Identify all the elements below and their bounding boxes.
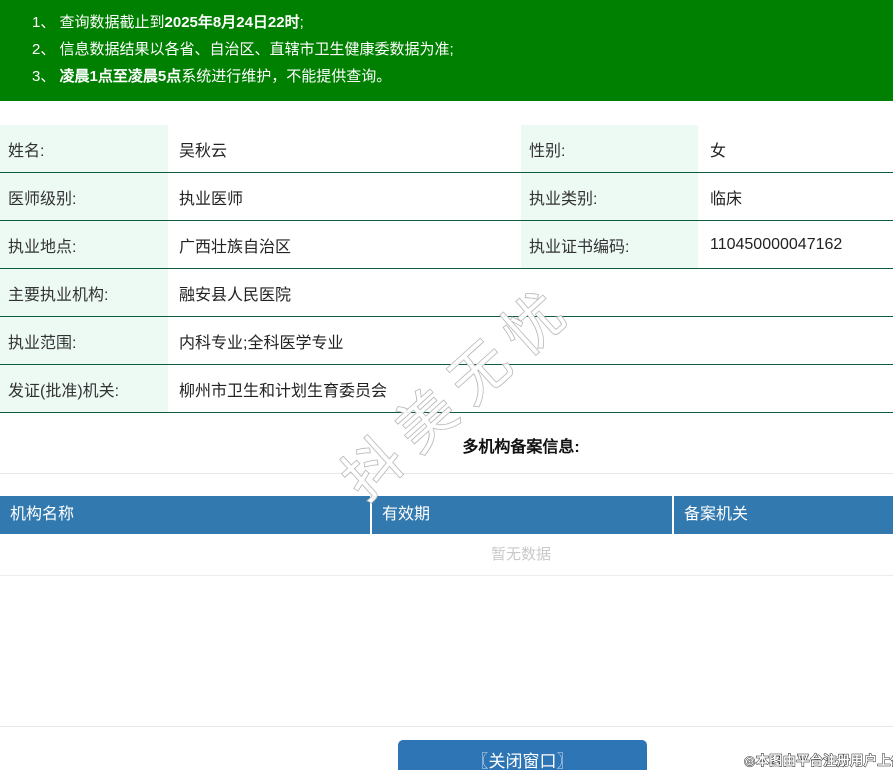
value-issuing-authority: 柳州市卫生和计划生育委员会 [179,382,388,400]
value-gender: 女 [710,142,727,160]
divider-line [0,726,893,727]
filing-table-header: 机构名称 有效期 备案机关 [0,496,893,534]
value-practice-category: 临床 [710,190,743,208]
column-divider [370,496,372,534]
label-gender: 性别: [521,125,698,172]
label-certificate-number: 执业证书编码: [521,221,698,268]
label-practice-scope: 执业范围: [0,317,168,364]
value-practice-scope: 内科专业;全科医学专业 [179,334,344,352]
notice-line-2-text: 2、 信息数据结果以各省、自治区、直辖市卫生健康委数据为准; [32,41,454,58]
upload-credit-text: ◎本图由平台注册用户上传 [743,753,893,769]
table-row: 执业地点: 广西壮族自治区 执业证书编码: 110450000047162 [0,221,893,269]
table-row: 主要执业机构: 融安县人民医院 [0,269,893,317]
notice-line-3: 3、 凌晨1点至凌晨5点系统进行维护，不能提供查询。 [32,63,893,90]
value-main-institution: 融安县人民医院 [179,286,292,304]
table-row: 医师级别: 执业医师 执业类别: 临床 [0,173,893,221]
table-row: 姓名: 吴秋云 性别: 女 [0,125,893,173]
empty-data-message: 暂无数据 [0,534,893,576]
column-header-validity-period: 有效期 [382,506,431,523]
notice-line-1-text: 1、 查询数据截止到 [32,14,165,31]
label-practice-location: 执业地点: [0,221,168,268]
value-doctor-level: 执业医师 [179,190,244,208]
notice-line-2: 2、 信息数据结果以各省、自治区、直辖市卫生健康委数据为准; [32,36,893,63]
notice-line-1: 1、 查询数据截止到2025年8月24日22时; [32,9,893,36]
value-certificate-number: 110450000047162 [710,235,843,253]
notice-line-3-suffix: 系统进行维护，不能提供查询。 [181,68,392,85]
notice-banner: 1、 查询数据截止到2025年8月24日22时; 2、 信息数据结果以各省、自治… [0,0,893,101]
divider-line [0,473,893,474]
column-divider [672,496,674,534]
label-issuing-authority: 发证(批准)机关: [0,365,168,412]
label-doctor-level: 医师级别: [0,173,168,220]
table-row: 发证(批准)机关: 柳州市卫生和计划生育委员会 [0,365,893,413]
value-name: 吴秋云 [179,142,228,160]
doctor-info-table: 姓名: 吴秋云 性别: 女 医师级别: 执业医师 执业类别: 临床 执业地点: … [0,125,893,413]
label-name: 姓名: [0,125,168,172]
value-practice-location: 广西壮族自治区 [179,238,292,256]
license-query-result-page: 1、 查询数据截止到2025年8月24日22时; 2、 信息数据结果以各省、自治… [0,0,893,770]
close-window-button[interactable]: 〖关闭窗口〗 [398,740,647,770]
label-practice-category: 执业类别: [521,173,698,220]
notice-line-1-bold: 2025年8月24日22时 [164,14,300,31]
column-header-filing-authority: 备案机关 [684,506,749,523]
column-header-institution-name: 机构名称 [10,506,75,523]
table-row: 执业范围: 内科专业;全科医学专业 [0,317,893,365]
section-title-multi-institution: 多机构备案信息: [462,439,580,456]
notice-line-3-bold: 凌晨1点至凌晨5点 [59,68,182,85]
notice-line-1-suffix: ; [299,14,304,31]
notice-line-3-text: 3、 [32,68,60,85]
label-main-institution: 主要执业机构: [0,269,168,316]
